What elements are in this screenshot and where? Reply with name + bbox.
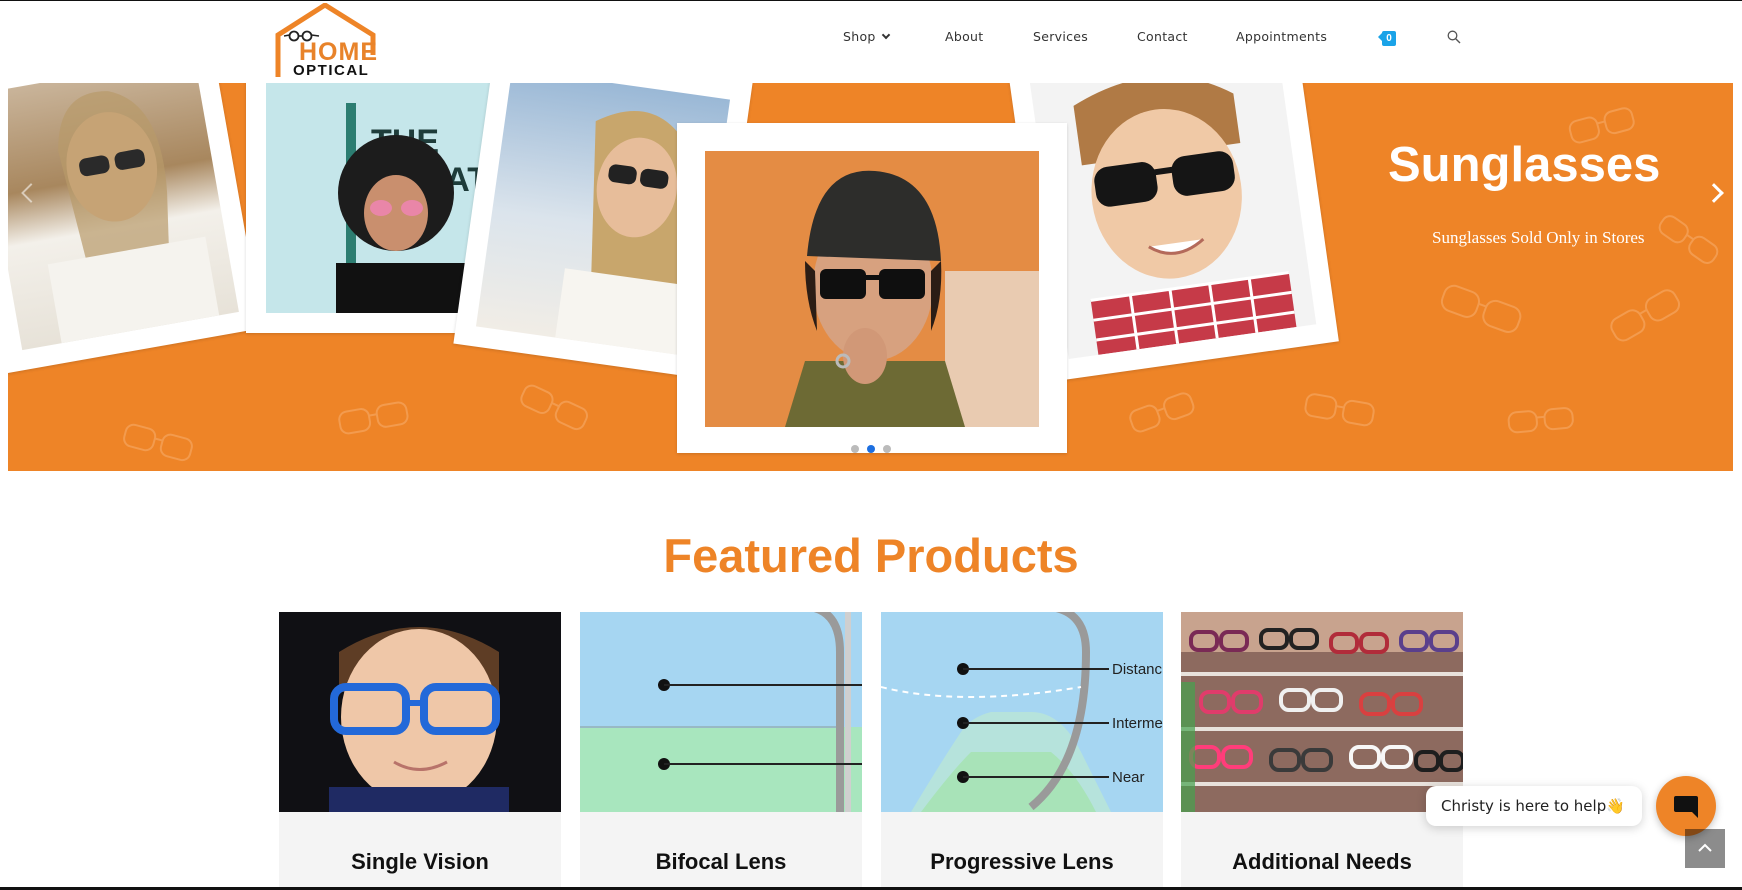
product-card-body: Single Vision [279, 812, 561, 890]
photo-illustration [279, 612, 561, 812]
cart-count-badge: 0 [1382, 31, 1396, 46]
slider-dot-1[interactable] [851, 445, 859, 453]
hero-subtitle: Sunglasses Sold Only in Stores [1432, 228, 1645, 247]
product-image-single-vision[interactable] [279, 612, 561, 812]
chat-message: Christy is here to help [1441, 797, 1607, 815]
chat-bubble-icon [1674, 796, 1698, 818]
photo-illustration [47, 91, 221, 351]
photo-man-beanie-sunglasses [677, 123, 1067, 453]
site-header: HOME OPTICAL Shop About Services Contact… [0, 1, 1742, 83]
chat-greeting-bubble[interactable]: Christy is here to help👋 [1426, 786, 1642, 826]
scroll-to-top-button[interactable] [1685, 829, 1725, 868]
progressive-lens-diagram: Distanc Interme Near [881, 612, 1163, 812]
hero-title: Sunglasses [1388, 138, 1661, 192]
product-image-progressive[interactable]: Distanc Interme Near [881, 612, 1163, 812]
product-card-additional-needs[interactable]: Additional Needs [1181, 612, 1463, 890]
label-distance: Distanc [1112, 661, 1163, 678]
product-title[interactable]: Progressive Lens [881, 847, 1163, 877]
slider-dot-3[interactable] [883, 445, 891, 453]
product-card-bifocal[interactable]: Bifocal Lens [580, 612, 862, 890]
nav-item-about[interactable]: About [945, 29, 983, 44]
nav-item-services[interactable]: Services [1033, 29, 1088, 44]
product-card-single-vision[interactable]: Single Vision [279, 612, 561, 890]
nav-item-contact[interactable]: Contact [1137, 29, 1188, 44]
photo-illustration [1073, 83, 1298, 360]
product-card-body: Progressive Lens [881, 812, 1163, 890]
label-intermediate: Interme [1112, 715, 1163, 732]
product-title[interactable]: Single Vision [279, 847, 561, 877]
product-image-bifocal[interactable] [580, 612, 862, 812]
eyewear-display-illustration [1181, 612, 1463, 812]
photo-illustration [705, 151, 1039, 427]
nav-item-appointments[interactable]: Appointments [1236, 29, 1327, 44]
chat-launcher-button[interactable] [1656, 776, 1716, 836]
product-image-additional-needs[interactable] [1181, 612, 1463, 812]
cart-icon[interactable]: 0 [1378, 30, 1396, 48]
chat-greeting-text: Christy is here to help👋 [1441, 797, 1625, 815]
photo-woman-sunglasses [8, 83, 263, 374]
product-card-body: Additional Needs [1181, 812, 1463, 890]
product-card-body: Bifocal Lens [580, 812, 862, 890]
product-card-progressive[interactable]: Distanc Interme Near Progressive Lens [881, 612, 1163, 890]
product-title[interactable]: Bifocal Lens [580, 847, 862, 877]
chevron-up-icon [1698, 843, 1712, 852]
label-near: Near [1112, 769, 1145, 786]
slider-dot-2[interactable] [867, 445, 875, 453]
wave-emoji-icon: 👋 [1606, 797, 1625, 815]
search-icon[interactable] [1447, 30, 1461, 44]
home-optical-logo[interactable]: HOME OPTICAL [275, 2, 387, 81]
chevron-down-icon [881, 30, 890, 40]
hero-slider: THE VACATION [8, 83, 1733, 471]
product-title[interactable]: Additional Needs [1181, 847, 1463, 877]
nav-shop-label: Shop [843, 29, 876, 44]
logo-text-optical: OPTICAL [293, 62, 370, 79]
featured-products-heading: Featured Products [663, 529, 1079, 582]
nav-item-shop[interactable]: Shop [843, 29, 890, 44]
bifocal-lens-diagram [580, 612, 862, 812]
